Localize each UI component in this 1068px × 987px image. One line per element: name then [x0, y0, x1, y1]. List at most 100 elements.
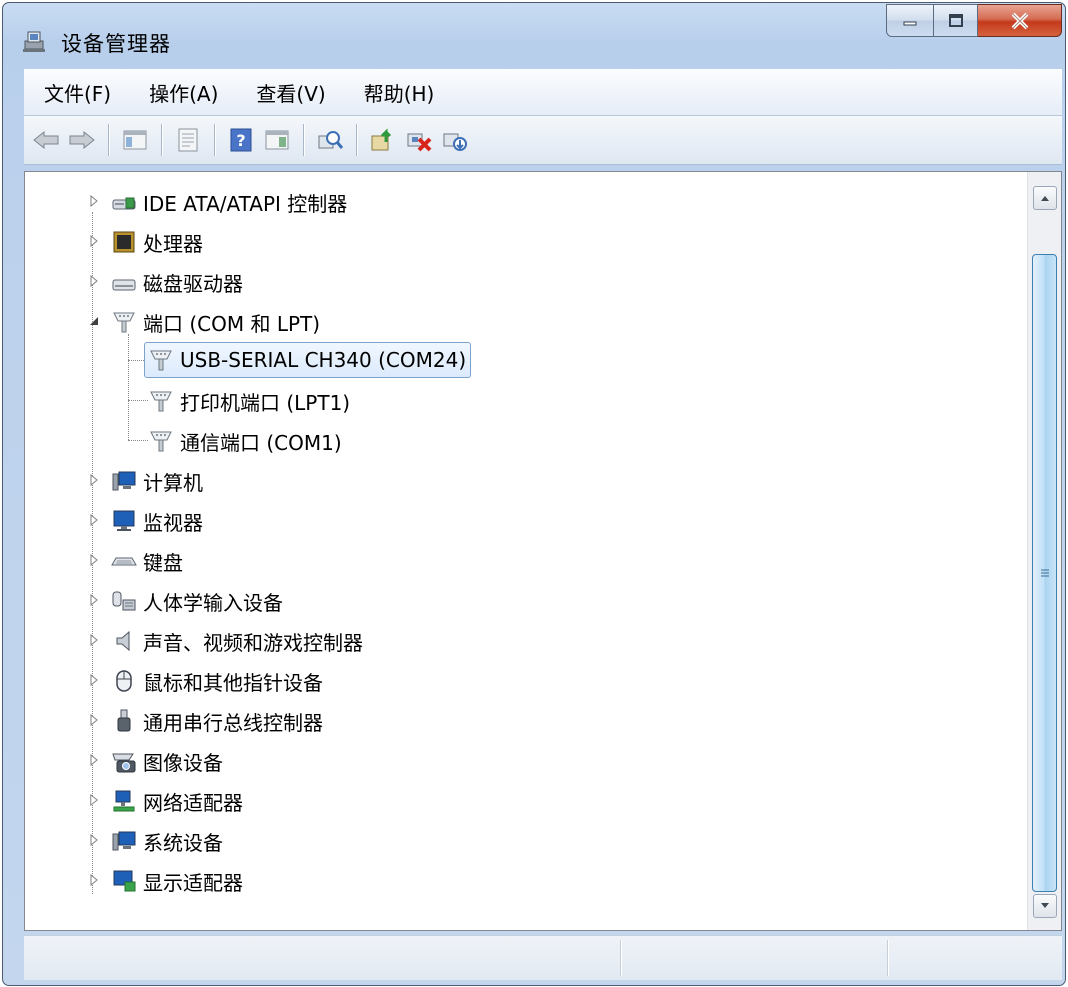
update-driver-button[interactable]	[365, 122, 401, 158]
status-pane	[889, 940, 1059, 976]
tree-item-mice[interactable]: 鼠标和其他指针设备	[111, 662, 323, 700]
tree-item-label: 人体学输入设备	[143, 590, 283, 615]
tree-item-disk-drives[interactable]: 磁盘驱动器	[111, 263, 243, 301]
toolbar-separator	[303, 124, 304, 156]
tree-connector	[128, 334, 129, 440]
tree-item-monitors[interactable]: 监视器	[111, 502, 203, 540]
help-button[interactable]: ?	[223, 122, 259, 158]
tree-item-display-adapters[interactable]: 显示适配器	[111, 862, 243, 900]
menu-view[interactable]: 查看(V)	[236, 69, 343, 115]
expand-arrow-icon[interactable]	[88, 834, 100, 846]
ide-controller-icon	[112, 197, 136, 210]
expand-arrow-icon[interactable]	[88, 474, 100, 486]
show-hide-action-pane-icon	[265, 130, 289, 150]
expand-arrow-icon[interactable]	[88, 514, 100, 526]
expand-arrow-icon[interactable]	[88, 634, 100, 646]
toolbar: ?	[24, 116, 1062, 165]
minimize-button[interactable]	[886, 4, 934, 37]
expand-arrow-icon[interactable]	[88, 674, 100, 686]
forward-button[interactable]	[64, 122, 100, 158]
update-driver-icon	[371, 128, 392, 151]
expand-arrow-icon[interactable]	[88, 275, 100, 287]
speaker-icon	[116, 630, 130, 652]
scan-hardware-button[interactable]	[312, 122, 348, 158]
tree-item-system-devices[interactable]: 系统设备	[111, 822, 223, 860]
port-icon	[113, 312, 135, 333]
tree-item-usb-controllers[interactable]: 通用串行总线控制器	[111, 702, 323, 740]
tree-connector	[128, 400, 148, 401]
tree-item-hid[interactable]: 人体学输入设备	[111, 582, 283, 620]
tree-item-ports[interactable]: 端口 (COM 和 LPT)	[111, 303, 320, 341]
disable-button[interactable]	[437, 122, 473, 158]
action-pane-button[interactable]	[259, 122, 295, 158]
properties-button[interactable]	[170, 122, 206, 158]
tree-item-label: 端口 (COM 和 LPT)	[143, 311, 321, 336]
console-tree-button[interactable]	[117, 122, 153, 158]
menu-action[interactable]: 操作(A)	[129, 69, 236, 115]
menu-bar: 文件(F) 操作(A) 查看(V) 帮助(H)	[24, 69, 1062, 116]
tree-item-label: 监视器	[143, 510, 203, 535]
device-manager-window: 设备管理器 文件(F) 操作(A) 查看(V) 帮助(H) ? IDE ATA/…	[2, 2, 1066, 986]
uninstall-button[interactable]	[401, 122, 437, 158]
toolbar-separator	[161, 124, 162, 156]
menu-help[interactable]: 帮助(H)	[344, 69, 453, 115]
tree-item-network-adapters[interactable]: 网络适配器	[111, 782, 243, 820]
tree-item-usb-serial-ch340[interactable]: USB-SERIAL CH340 (COM24)	[144, 342, 472, 378]
toolbar-separator	[356, 124, 357, 156]
tree-item-processor[interactable]: 处理器	[111, 223, 203, 261]
usb-icon	[117, 709, 131, 732]
tree-item-label: 打印机端口 (LPT1)	[180, 390, 351, 415]
menu-file[interactable]: 文件(F)	[24, 69, 129, 115]
scrollbar-thumb[interactable]	[1032, 254, 1057, 892]
tree-item-label: 处理器	[143, 231, 203, 256]
tree-item-ide-controller[interactable]: IDE ATA/ATAPI 控制器	[111, 183, 347, 221]
tree-item-label: 通信端口 (COM1)	[180, 430, 342, 455]
back-button[interactable]	[28, 122, 64, 158]
grip-icon	[1040, 569, 1049, 577]
scroll-down-arrow-icon	[1041, 903, 1049, 908]
expand-arrow-icon[interactable]	[88, 235, 100, 247]
expand-arrow-icon[interactable]	[88, 554, 100, 566]
tree-item-label: 计算机	[143, 470, 203, 495]
title-bar[interactable]: 设备管理器	[3, 3, 1065, 69]
expand-arrow-icon[interactable]	[88, 714, 100, 726]
display-adapter-icon	[113, 870, 136, 892]
collapse-arrow-icon[interactable]	[88, 315, 100, 327]
svg-text:?: ?	[236, 131, 245, 150]
expand-arrow-icon[interactable]	[88, 594, 100, 606]
window-title: 设备管理器	[61, 32, 171, 56]
processor-icon	[113, 231, 135, 253]
computer-icon	[112, 471, 136, 491]
expand-arrow-icon[interactable]	[88, 195, 100, 207]
tree-item-computer[interactable]: 计算机	[111, 462, 203, 500]
tree-item-label: 鼠标和其他指针设备	[143, 670, 323, 695]
keyboard-icon	[111, 557, 137, 566]
scroll-up-button[interactable]	[1033, 186, 1057, 210]
disable-device-icon	[443, 133, 467, 151]
tree-item-sound-video-game[interactable]: 声音、视频和游戏控制器	[111, 622, 363, 660]
tree-item-label: 磁盘驱动器	[143, 271, 243, 296]
help-icon: ?	[230, 128, 252, 152]
tree-item-keyboards[interactable]: 键盘	[111, 542, 183, 580]
tree-item-communication-port[interactable]: 通信端口 (COM1)	[148, 422, 342, 460]
tree-item-label: IDE ATA/ATAPI 控制器	[143, 191, 348, 216]
scroll-down-button[interactable]	[1033, 894, 1057, 918]
tree-item-printer-port[interactable]: 打印机端口 (LPT1)	[148, 382, 350, 420]
camera-icon	[112, 753, 136, 773]
properties-icon	[178, 128, 198, 152]
maximize-button[interactable]	[934, 4, 978, 37]
expand-arrow-icon[interactable]	[88, 874, 100, 886]
tree-item-label: 显示适配器	[143, 870, 243, 895]
tree-item-imaging-devices[interactable]: 图像设备	[111, 742, 223, 780]
port-icon	[150, 431, 172, 452]
close-button[interactable]	[978, 4, 1062, 37]
expand-arrow-icon[interactable]	[88, 794, 100, 806]
caption-buttons	[886, 4, 1062, 37]
tree-item-label: 键盘	[143, 550, 183, 575]
disk-drive-icon	[112, 279, 136, 291]
scroll-up-arrow-icon	[1041, 196, 1049, 201]
network-adapter-icon	[113, 790, 135, 812]
expand-arrow-icon[interactable]	[88, 754, 100, 766]
vertical-scrollbar[interactable]	[1027, 172, 1061, 930]
system-device-icon	[112, 831, 136, 851]
